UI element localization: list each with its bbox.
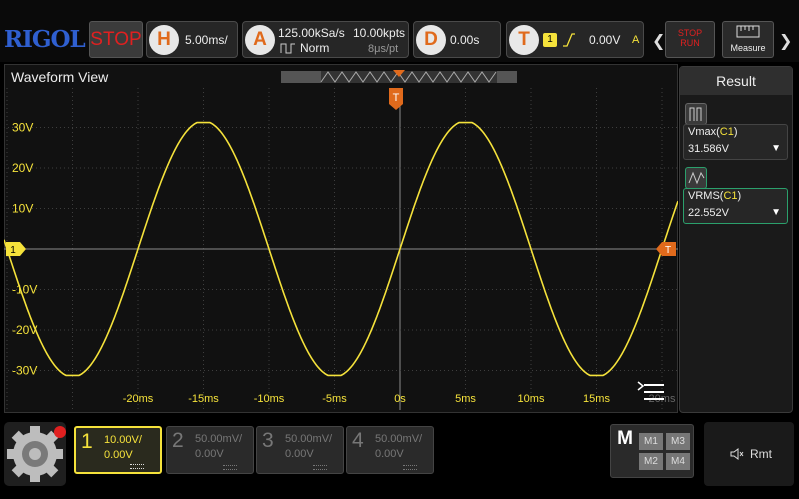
vrms-measure-icon[interactable]: [685, 167, 707, 189]
vrms-card[interactable]: VRMS(C1) 22.552V ▼: [683, 188, 788, 224]
trigger-mode: A: [632, 34, 640, 46]
stop-run-line2: RUN: [680, 38, 700, 48]
channel3-number: 3: [262, 429, 274, 452]
trigger-level-marker-label: T: [665, 245, 671, 256]
time-per-point: 8μs/pt: [368, 43, 399, 55]
channel3-box[interactable]: 3 50.00mV/ 0.00V: [256, 426, 344, 474]
y-tick-label: 20V: [12, 161, 33, 175]
horizontal-scale-pill[interactable]: H 5.00ms/: [146, 21, 238, 58]
x-tick-label: 10ms: [518, 393, 545, 405]
run-stop-status[interactable]: STOP: [89, 21, 143, 58]
delay-badge: D: [416, 25, 446, 55]
channel1-coupling-icon: [130, 464, 144, 469]
channel1-offset: 0.00V: [104, 449, 133, 461]
y-tick-label: 30V: [12, 121, 33, 135]
top-bar: RIGOL STOP H 5.00ms/ A 125.00kSa/s 10.00…: [0, 0, 799, 62]
trigger-edge-icon: [563, 33, 575, 47]
channel2-number: 2: [172, 429, 184, 452]
trigger-position-marker[interactable]: T: [389, 88, 403, 110]
remote-label: Rmt: [750, 447, 772, 461]
channel2-offset: 0.00V: [195, 448, 224, 460]
math-m1[interactable]: M1: [639, 433, 663, 450]
vmax-measure-icon[interactable]: [685, 103, 707, 125]
delay-pill[interactable]: D 0.00s: [413, 21, 501, 58]
vmax-name: Vmax(C1): [688, 126, 738, 138]
vmax-card[interactable]: Vmax(C1) 31.586V ▼: [683, 124, 788, 160]
result-title: Result: [680, 67, 792, 95]
channel4-box[interactable]: 4 50.00mV/ 0.00V: [346, 426, 434, 474]
home-button[interactable]: [4, 422, 66, 486]
channel4-scale: 50.00mV/: [375, 433, 423, 445]
channel2-coupling-icon: [223, 465, 237, 470]
chevron-down-icon[interactable]: ▼: [771, 207, 781, 218]
measure-icon: [736, 25, 760, 38]
channel4-number: 4: [352, 429, 364, 452]
gear-icon: [7, 426, 66, 482]
trigger-level: 0.00V: [589, 33, 621, 47]
x-tick-label: 15ms: [583, 393, 610, 405]
memory-depth: 10.00kpts: [353, 26, 406, 40]
math-m4[interactable]: M4: [666, 453, 690, 470]
chevron-down-icon[interactable]: ▼: [771, 143, 781, 154]
channel3-coupling-icon: [313, 465, 327, 470]
math-letter: M: [617, 428, 633, 449]
x-tick-label: 0s: [394, 393, 406, 405]
x-tick-label: -20ms: [123, 393, 154, 405]
stop-run-button[interactable]: STOP RUN: [665, 21, 715, 58]
waveform-plot[interactable]: 30V20V10V-10V-20V-30V -20ms -15ms -10ms -5m…: [4, 88, 678, 410]
channel3-offset: 0.00V: [285, 448, 314, 460]
x-tick-label: -15ms: [188, 393, 219, 405]
memory-position-bar[interactable]: [281, 70, 517, 84]
acquire-pill[interactable]: A 125.00kSa/s 10.00kpts Norm 8μs/pt: [242, 21, 409, 58]
trigger-source: 1: [543, 33, 557, 47]
y-tick-label: -10V: [12, 283, 37, 297]
waveform-view-title: Waveform View: [11, 69, 109, 85]
channel1-number: 1: [81, 430, 93, 453]
channel1-scale: 10.00V/: [104, 434, 142, 446]
x-tick-label: 5ms: [455, 393, 476, 405]
y-tick-label: 10V: [12, 202, 33, 216]
channel1-marker-label: 1: [10, 245, 16, 256]
channel1-box[interactable]: 1 10.00V/ 0.00V: [74, 426, 162, 474]
acquire-mode: Norm: [300, 41, 330, 55]
vrms-name: VRMS(C1): [688, 190, 742, 202]
vmax-value: 31.586V: [688, 143, 729, 155]
trigger-badge: T: [509, 25, 539, 55]
horizontal-badge: H: [149, 25, 179, 55]
x-tick-label: -5ms: [322, 393, 347, 405]
sample-rate: 125.00kSa/s: [278, 26, 345, 40]
delay-value: 0.00s: [450, 33, 480, 47]
speaker-mute-icon: [730, 448, 744, 460]
channel2-box[interactable]: 2 50.00mV/ 0.00V: [166, 426, 254, 474]
rigol-logo: RIGOL: [4, 26, 86, 53]
channel4-coupling-icon: [403, 465, 417, 470]
stop-run-line1: STOP: [677, 28, 703, 38]
vrms-value: 22.552V: [688, 207, 729, 219]
measure-button[interactable]: Measure: [722, 21, 774, 58]
acquire-mode-icon: [280, 43, 295, 54]
math-channels-box[interactable]: M M1 M3 M2 M4: [610, 424, 694, 478]
acquire-badge: A: [245, 25, 275, 55]
channel4-offset: 0.00V: [375, 448, 404, 460]
channel1-offset-marker[interactable]: 1: [6, 242, 26, 256]
math-m2[interactable]: M2: [639, 453, 663, 470]
trigger-pill[interactable]: T 1 0.00V A: [506, 21, 644, 58]
remote-button[interactable]: Rmt: [704, 422, 794, 486]
horizontal-scale: 5.00ms/: [185, 33, 228, 47]
bottom-bar: 1 10.00V/ 0.00V 2 50.00mV/ 0.00V 3 50.00…: [0, 416, 799, 499]
y-tick-label: -30V: [12, 364, 37, 378]
x-tick-label: -10ms: [254, 393, 285, 405]
measure-label: Measure: [730, 43, 766, 53]
channel2-scale: 50.00mV/: [195, 433, 243, 445]
trigger-level-marker[interactable]: T: [656, 242, 676, 256]
math-m3[interactable]: M3: [666, 433, 690, 450]
trigger-marker-label: T: [393, 92, 400, 104]
chevron-left-icon[interactable]: ❮: [652, 31, 665, 51]
channel3-scale: 50.00mV/: [285, 433, 333, 445]
x-axis-labels: -20ms -15ms -10ms -5ms 0s 5ms 10ms 15ms 20ms: [123, 393, 676, 405]
result-panel: Result Vmax(C1) 31.586V ▼ VRMS(C1) 22.55…: [679, 66, 793, 413]
chevron-right-icon[interactable]: ❯: [779, 31, 792, 51]
